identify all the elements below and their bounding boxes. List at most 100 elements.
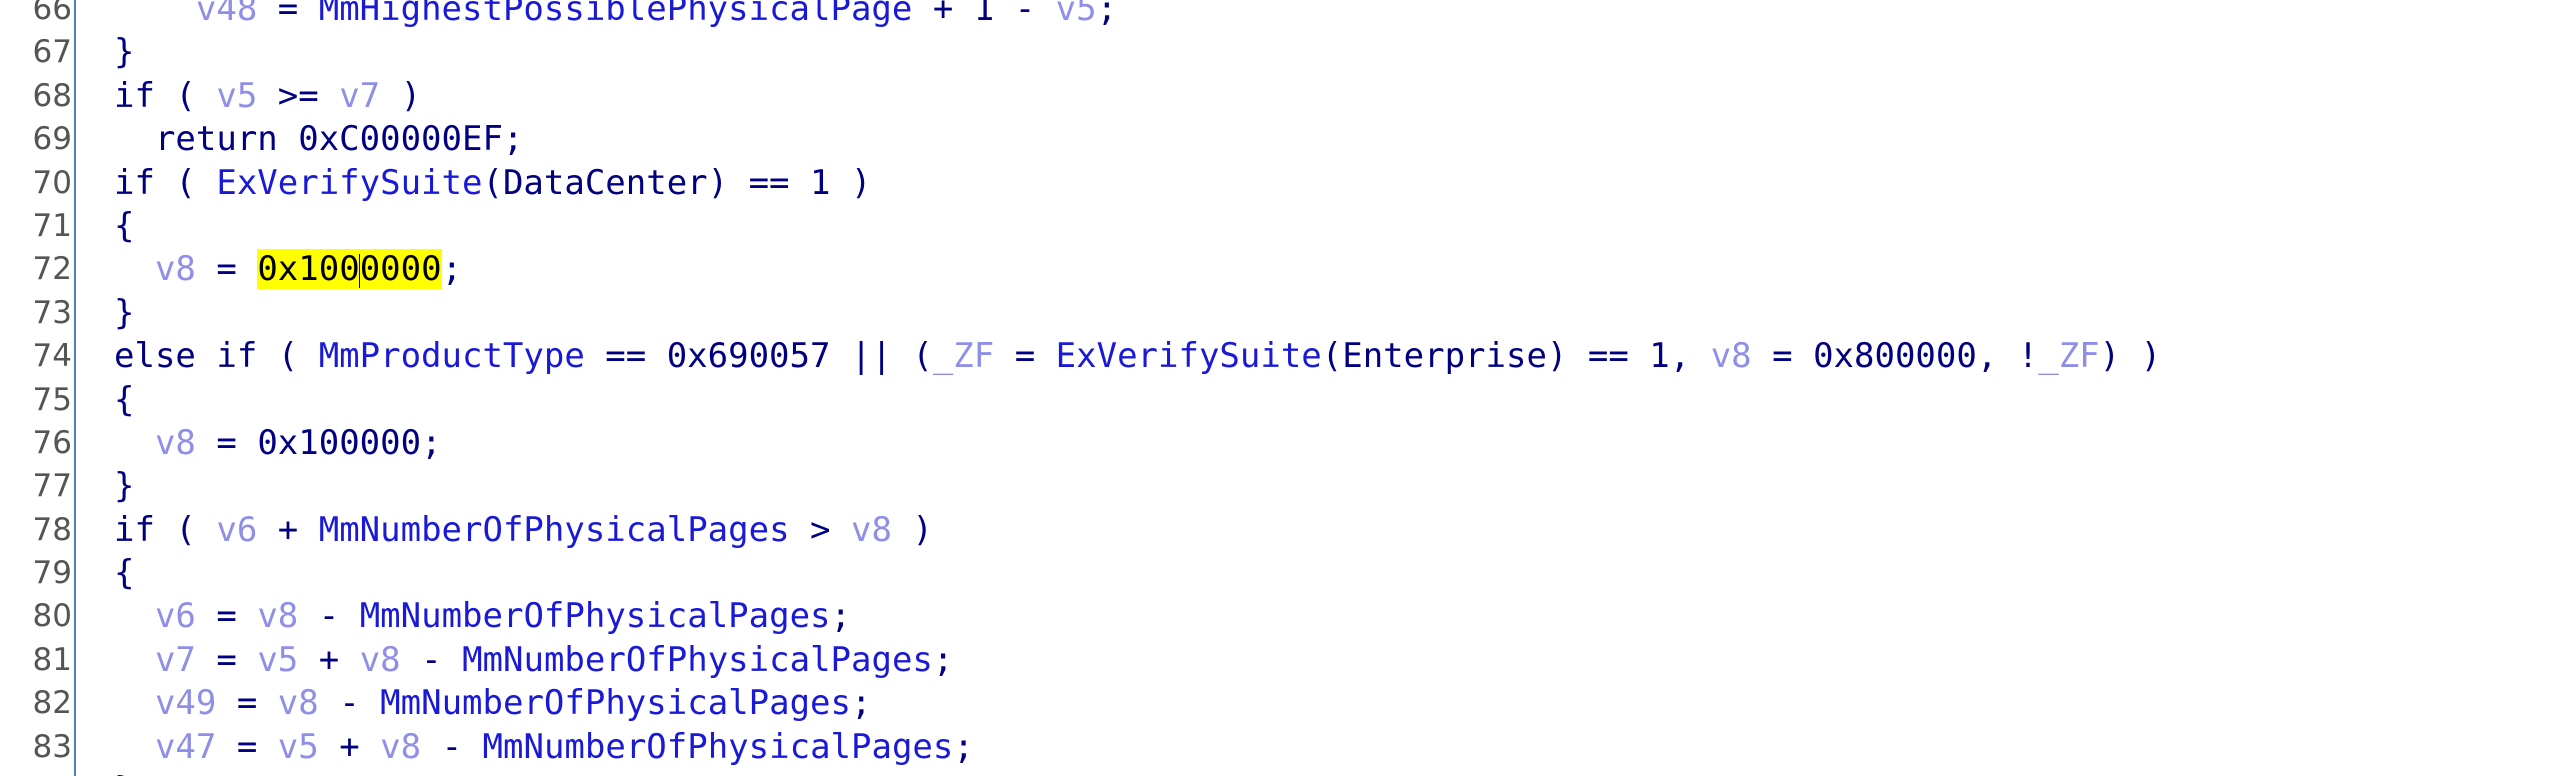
identifier-token[interactable]: MmNumberOfPhysicalPages — [319, 510, 790, 550]
code-line[interactable]: 73} — [0, 292, 2553, 335]
variable-token[interactable]: v8 — [278, 683, 319, 723]
code-token[interactable]: + — [319, 727, 380, 767]
code-line[interactable]: 80 v6 = v8 - MmNumberOfPhysicalPages; — [0, 595, 2553, 638]
variable-token[interactable]: v8 — [155, 423, 196, 463]
code-token[interactable]: } — [114, 293, 134, 333]
variable-token[interactable]: v8 — [851, 510, 892, 550]
code-token[interactable]: if ( — [114, 510, 216, 550]
code-line[interactable]: 72 v8 = 0x1000000; — [0, 248, 2553, 291]
variable-token[interactable]: v5 — [1056, 0, 1097, 29]
code-text[interactable]: if ( ExVerifySuite(DataCenter) == 1 ) — [114, 162, 871, 205]
code-token[interactable]: { — [114, 553, 134, 593]
code-text[interactable]: v48 = MmHighestPossiblePhysicalPage + 1 … — [114, 0, 1117, 31]
identifier-token[interactable]: ExVerifySuite — [1056, 336, 1322, 376]
code-line[interactable]: 82 v49 = v8 - MmNumberOfPhysicalPages; — [0, 682, 2553, 725]
code-token[interactable]: if ( — [114, 76, 216, 116]
variable-token[interactable]: v47 — [155, 727, 216, 767]
code-text[interactable]: v7 = v5 + v8 - MmNumberOfPhysicalPages; — [114, 639, 953, 682]
code-text[interactable]: v49 = v8 - MmNumberOfPhysicalPages; — [114, 682, 872, 725]
variable-token[interactable]: _ZF — [933, 336, 994, 376]
variable-token[interactable]: v8 — [257, 596, 298, 636]
code-line[interactable]: 78 if ( v6 + MmNumberOfPhysicalPages > v8… — [0, 509, 2553, 552]
variable-token[interactable]: v8 — [380, 727, 421, 767]
code-text[interactable]: if ( v5 >= v7 ) — [114, 75, 421, 118]
code-line[interactable]: 76 v8 = 0x100000; — [0, 422, 2553, 465]
variable-token[interactable]: v48 — [196, 0, 257, 29]
code-token[interactable]: ) — [380, 76, 421, 116]
code-token[interactable]: == 0x690057 || ( — [585, 336, 933, 376]
code-line[interactable]: 84} — [0, 769, 2553, 776]
variable-token[interactable]: v49 — [155, 683, 216, 723]
identifier-token[interactable]: MmNumberOfPhysicalPages — [462, 640, 933, 680]
code-token[interactable]: = — [216, 727, 277, 767]
code-token[interactable]: ; — [933, 640, 953, 680]
variable-token[interactable]: v8 — [360, 640, 401, 680]
code-token[interactable]: { — [114, 380, 134, 420]
identifier-token[interactable]: MmNumberOfPhysicalPages — [380, 683, 851, 723]
code-token[interactable]: - — [319, 683, 380, 723]
code-text[interactable]: return 0xC00000EF; — [114, 118, 523, 161]
code-text[interactable]: if ( v6 + MmNumberOfPhysicalPages > v8 ) — [114, 509, 933, 552]
code-line[interactable]: 81 v7 = v5 + v8 - MmNumberOfPhysicalPage… — [0, 639, 2553, 682]
code-token[interactable]: = — [196, 640, 257, 680]
code-token[interactable]: - — [298, 596, 359, 636]
code-token[interactable] — [114, 0, 196, 29]
code-token[interactable] — [114, 683, 155, 723]
code-line[interactable]: 83 v47 = v5 + v8 - MmNumberOfPhysicalPag… — [0, 726, 2553, 769]
code-token[interactable]: = — [994, 336, 1055, 376]
code-token[interactable]: = — [216, 683, 277, 723]
code-token[interactable]: + 1 - — [912, 0, 1055, 29]
code-text[interactable]: { — [114, 205, 134, 248]
code-text[interactable]: } — [114, 465, 134, 508]
pseudocode-editor[interactable]: 66 v48 = MmHighestPossiblePhysicalPage +… — [0, 0, 2553, 776]
identifier-token[interactable]: MmNumberOfPhysicalPages — [360, 596, 831, 636]
code-text[interactable]: v6 = v8 - MmNumberOfPhysicalPages; — [114, 595, 851, 638]
code-token[interactable]: } — [114, 32, 134, 72]
identifier-token[interactable]: ExVerifySuite — [216, 163, 482, 203]
code-token[interactable]: } — [114, 466, 134, 506]
code-token[interactable] — [114, 249, 155, 289]
code-text[interactable]: { — [114, 379, 134, 422]
variable-token[interactable]: _ZF — [2038, 336, 2099, 376]
code-token[interactable]: >= — [257, 76, 339, 116]
variable-token[interactable]: v8 — [1711, 336, 1752, 376]
variable-token[interactable]: v7 — [339, 76, 380, 116]
code-token[interactable]: (Enterprise) == 1, — [1322, 336, 1711, 376]
identifier-token[interactable]: MmNumberOfPhysicalPages — [483, 727, 954, 767]
variable-token[interactable]: v6 — [155, 596, 196, 636]
code-token[interactable] — [114, 640, 155, 680]
code-text[interactable]: v8 = 0x100000; — [114, 422, 442, 465]
code-token[interactable]: } — [114, 770, 134, 776]
variable-token[interactable]: v7 — [155, 640, 196, 680]
code-token[interactable]: + — [298, 640, 359, 680]
code-line[interactable]: 77} — [0, 465, 2553, 508]
code-token[interactable]: = 0x800000, ! — [1752, 336, 2038, 376]
code-text[interactable]: } — [114, 31, 134, 74]
code-token[interactable]: if ( — [114, 163, 216, 203]
code-token[interactable]: ; — [851, 683, 871, 723]
code-token[interactable]: - — [421, 727, 482, 767]
code-line[interactable]: 71 { — [0, 205, 2553, 248]
code-token[interactable]: > — [790, 510, 851, 550]
code-token[interactable]: = — [196, 596, 257, 636]
code-token[interactable]: - — [401, 640, 462, 680]
code-token[interactable]: = — [196, 249, 257, 289]
code-text[interactable]: } — [114, 292, 134, 335]
code-text[interactable]: { — [114, 552, 134, 595]
code-text[interactable]: else if ( MmProductType == 0x690057 || (… — [114, 335, 2161, 378]
code-line[interactable]: 79 { — [0, 552, 2553, 595]
highlighted-token[interactable]: 0000 — [359, 249, 442, 290]
code-token[interactable]: else if ( — [114, 336, 319, 376]
variable-token[interactable]: v5 — [216, 76, 257, 116]
code-line[interactable]: 75 { — [0, 379, 2553, 422]
identifier-token[interactable]: MmHighestPossiblePhysicalPage — [319, 0, 913, 29]
code-token[interactable] — [114, 596, 155, 636]
code-token[interactable]: ; — [1097, 0, 1117, 29]
code-line[interactable]: 66 v48 = MmHighestPossiblePhysicalPage +… — [0, 0, 2553, 31]
code-token[interactable]: return 0xC00000EF; — [114, 119, 523, 159]
code-token[interactable] — [114, 727, 155, 767]
code-token[interactable]: = — [257, 0, 318, 29]
variable-token[interactable]: v8 — [155, 249, 196, 289]
code-token[interactable]: { — [114, 206, 134, 246]
highlighted-token[interactable]: 0x100 — [257, 249, 360, 290]
